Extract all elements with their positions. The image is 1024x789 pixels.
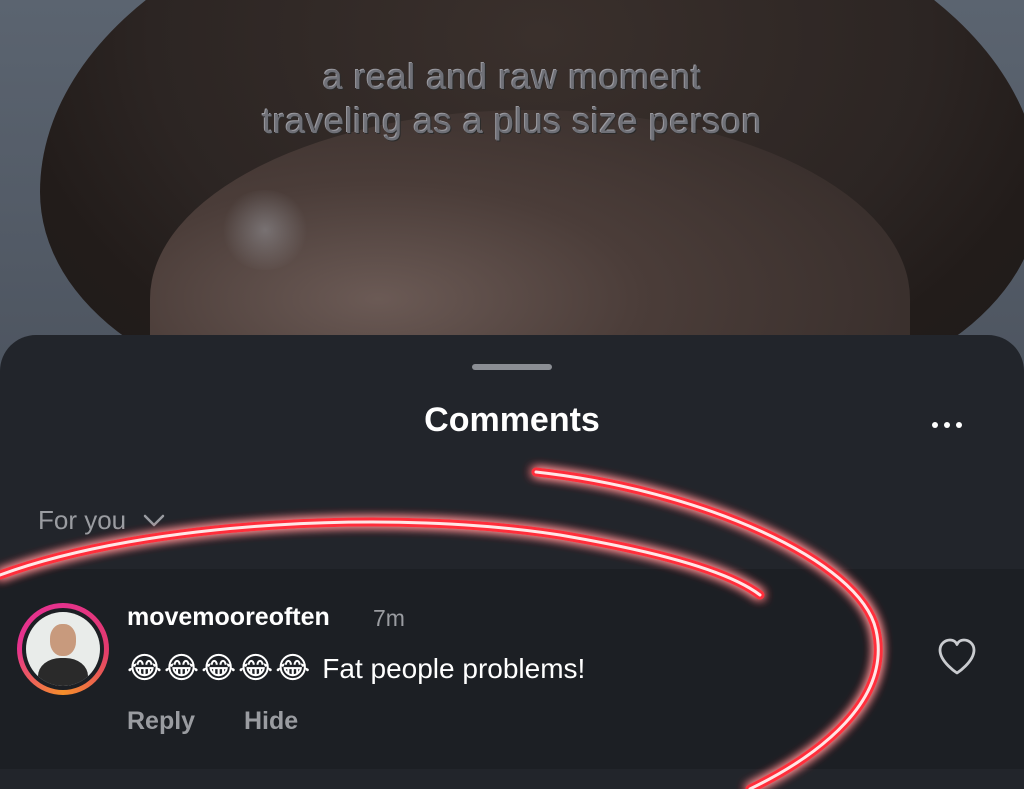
comment-text: Fat people problems!: [322, 652, 586, 684]
heart-icon[interactable]: [936, 637, 978, 677]
ellipsis-icon: [932, 422, 938, 428]
sheet-title: Comments: [424, 401, 600, 439]
video-caption: a real and raw moment traveling as a plu…: [0, 55, 1024, 143]
sort-filter-dropdown[interactable]: For you: [38, 505, 166, 536]
chevron-down-icon: [143, 514, 165, 526]
avatar-body: [38, 658, 88, 686]
ellipsis-icon-dot: [956, 422, 962, 428]
video-highlight: [220, 190, 310, 270]
avatar-inner: [22, 608, 104, 690]
more-options-button[interactable]: [922, 413, 972, 437]
comment-item: movemooreoften 7m 😂😂😂😂😂 Fat people probl…: [0, 569, 1024, 769]
avatar-head: [50, 624, 76, 656]
avatar[interactable]: [17, 603, 109, 695]
caption-line-2: traveling as a plus size person: [262, 100, 762, 141]
comment-timestamp: 7m: [373, 605, 405, 631]
caption-line-1: a real and raw moment: [322, 56, 702, 97]
hide-button[interactable]: Hide: [244, 707, 298, 736]
comment-username[interactable]: movemooreoften: [127, 603, 330, 632]
filter-label: For you: [38, 505, 127, 535]
comment-emojis: 😂😂😂😂😂: [127, 652, 313, 685]
ellipsis-icon-dot: [944, 422, 950, 428]
comment-body: 😂😂😂😂😂 Fat people problems!: [127, 651, 585, 686]
reply-button[interactable]: Reply: [127, 707, 195, 736]
avatar-photo: [26, 612, 100, 686]
sheet-grabber[interactable]: [472, 364, 552, 370]
comments-sheet: Comments For you movemooreoften 7m 😂😂😂😂😂…: [0, 335, 1024, 789]
